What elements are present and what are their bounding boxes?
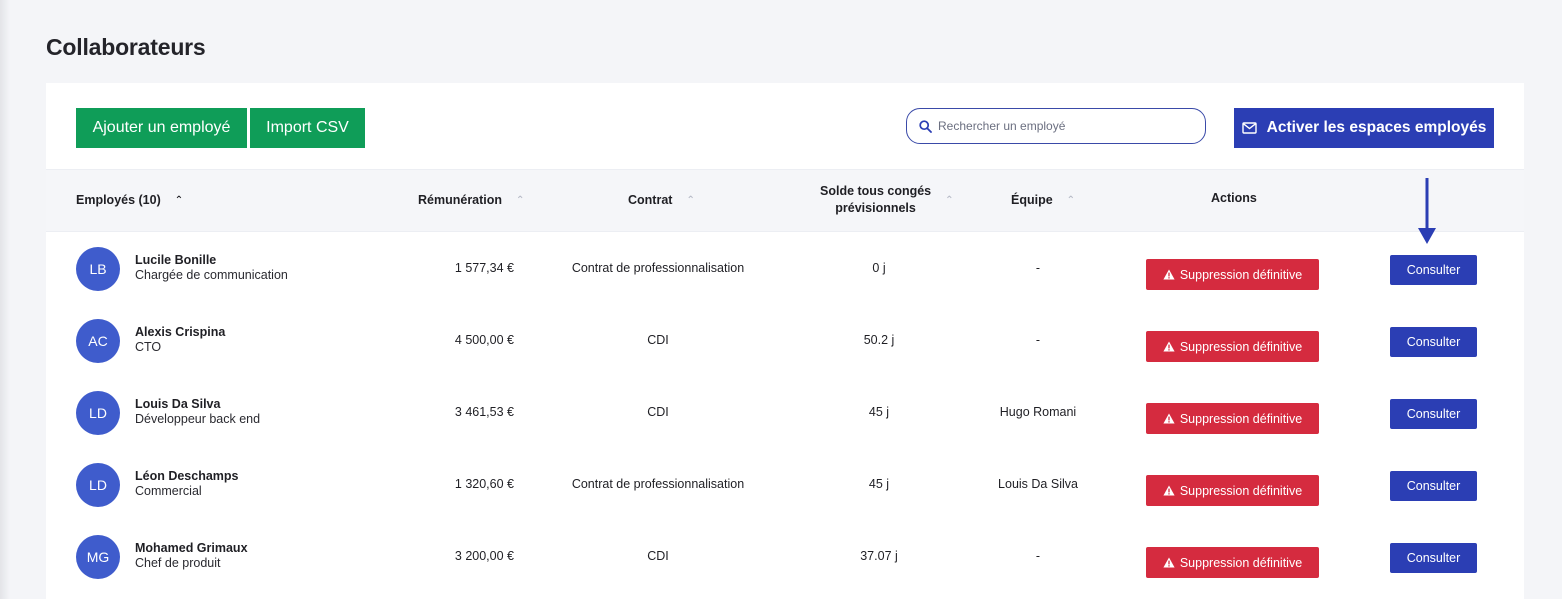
column-team-label: Équipe: [1011, 193, 1053, 207]
avatar: MG: [76, 535, 120, 579]
team-cell: Hugo Romani: [999, 405, 1077, 419]
column-actions: Actions: [1211, 190, 1257, 207]
salary-cell: 3 461,53 €: [454, 405, 514, 419]
activate-employee-spaces-button[interactable]: Activer les espaces employés: [1234, 108, 1494, 148]
delete-label: Suppression définitive: [1179, 411, 1303, 426]
team-cell: -: [1035, 333, 1041, 347]
column-contract-label: Contrat: [628, 193, 673, 207]
contract-cell: Contrat de professionnalisation: [571, 477, 745, 491]
employee-name: Mohamed Grimaux: [135, 541, 248, 555]
column-employees[interactable]: Employés (10) ⌃: [76, 192, 183, 209]
chevron-up-icon: ⌃: [174, 195, 184, 206]
column-salary-label: Rémunération: [418, 193, 503, 207]
balance-cell: 0 j: [872, 261, 886, 275]
chevron-up-icon: ⌃: [945, 194, 954, 206]
employee-name: Lucile Bonille: [135, 253, 217, 267]
salary-cell: 3 200,00 €: [454, 549, 514, 563]
warning-icon: [1163, 485, 1175, 496]
column-contract[interactable]: Contrat ⌃: [628, 192, 695, 209]
salary-cell: 4 500,00 €: [454, 333, 514, 347]
salary-cell: 1 577,34 €: [454, 261, 514, 275]
add-employee-button[interactable]: Ajouter un employé: [76, 108, 247, 148]
search-input[interactable]: [938, 119, 1188, 133]
avatar: LD: [76, 391, 120, 435]
warning-icon: [1163, 269, 1175, 280]
page-title: Collaborateurs: [46, 34, 206, 60]
employee-role: Chef de produit: [135, 556, 221, 570]
search-icon: [919, 119, 932, 133]
balance-cell: 45 j: [868, 405, 890, 419]
delete-employee-button[interactable]: Suppression définitive: [1146, 475, 1319, 506]
warning-icon: [1163, 413, 1175, 424]
window-edge: [0, 0, 10, 599]
table-row: LD Louis Da Silva Développeur back end 3…: [46, 377, 1524, 449]
avatar: AC: [76, 319, 120, 363]
delete-employee-button[interactable]: Suppression définitive: [1146, 331, 1319, 362]
column-balance[interactable]: Solde tous congés prévisionnels ⌃: [820, 183, 954, 217]
balance-cell: 50.2 j: [863, 333, 895, 347]
delete-label: Suppression définitive: [1179, 555, 1303, 570]
consult-button[interactable]: Consulter: [1390, 255, 1477, 285]
employee-role: Chargée de communication: [135, 268, 288, 282]
delete-employee-button[interactable]: Suppression définitive: [1146, 547, 1319, 578]
table-header: Employés (10) ⌃ Rémunération ⌃ Contrat ⌃…: [46, 169, 1524, 232]
contract-cell: CDI: [647, 405, 669, 419]
table-row: MG Mohamed Grimaux Chef de produit 3 200…: [46, 521, 1524, 593]
contract-cell: CDI: [647, 333, 669, 347]
employee-name: Léon Deschamps: [135, 469, 239, 483]
consult-button[interactable]: Consulter: [1390, 399, 1477, 429]
salary-cell: 1 320,60 €: [454, 477, 514, 491]
balance-cell: 37.07 j: [860, 549, 898, 563]
consult-button[interactable]: Consulter: [1390, 543, 1477, 573]
team-cell: -: [1035, 549, 1041, 563]
avatar: LB: [76, 247, 120, 291]
chevron-up-icon: ⌃: [1066, 195, 1076, 206]
column-salary[interactable]: Rémunération ⌃: [418, 192, 524, 209]
column-actions-label: Actions: [1211, 191, 1257, 205]
delete-employee-button[interactable]: Suppression définitive: [1146, 403, 1319, 434]
column-team[interactable]: Équipe ⌃: [1011, 192, 1075, 209]
consult-button[interactable]: Consulter: [1390, 327, 1477, 357]
table-row: AC Alexis Crispina CTO 4 500,00 € CDI 50…: [46, 305, 1524, 377]
contract-cell: Contrat de professionnalisation: [571, 261, 745, 275]
employee-role: CTO: [135, 340, 162, 354]
balance-cell: 45 j: [868, 477, 890, 491]
arrow-down-icon: [1418, 178, 1436, 244]
column-balance-line2: prévisionnels: [835, 201, 916, 215]
import-csv-button[interactable]: Import CSV: [250, 108, 365, 148]
delete-label: Suppression définitive: [1179, 267, 1303, 282]
team-cell: Louis Da Silva: [998, 477, 1078, 491]
toolbar: Ajouter un employé Import CSV Activer le…: [46, 83, 1524, 169]
table-row: LD Léon Deschamps Commercial 1 320,60 € …: [46, 449, 1524, 521]
activate-label: Activer les espaces employés: [1266, 119, 1487, 136]
team-cell: -: [1035, 261, 1041, 275]
column-employees-label: Employés (10): [76, 193, 161, 207]
contract-cell: CDI: [647, 549, 669, 563]
table-row: LB Lucile Bonille Chargée de communicati…: [46, 233, 1524, 305]
chevron-up-icon: ⌃: [686, 195, 695, 206]
employee-name: Alexis Crispina: [135, 325, 226, 339]
search-field[interactable]: [906, 108, 1206, 144]
mail-icon: [1241, 122, 1257, 134]
delete-label: Suppression définitive: [1179, 483, 1303, 498]
employee-role: Développeur back end: [135, 412, 261, 426]
chevron-up-icon: ⌃: [516, 195, 525, 206]
consult-button[interactable]: Consulter: [1390, 471, 1477, 501]
warning-icon: [1163, 341, 1175, 352]
employees-card: Ajouter un employé Import CSV Activer le…: [46, 83, 1524, 599]
column-balance-label: Solde tous congés prévisionnels: [820, 183, 931, 217]
delete-label: Suppression définitive: [1179, 339, 1303, 354]
warning-icon: [1163, 557, 1175, 568]
avatar: LD: [76, 463, 120, 507]
employee-role: Commercial: [135, 484, 202, 498]
employee-name: Louis Da Silva: [135, 397, 221, 411]
column-balance-line1: Solde tous congés: [820, 184, 932, 198]
delete-employee-button[interactable]: Suppression définitive: [1146, 259, 1319, 290]
